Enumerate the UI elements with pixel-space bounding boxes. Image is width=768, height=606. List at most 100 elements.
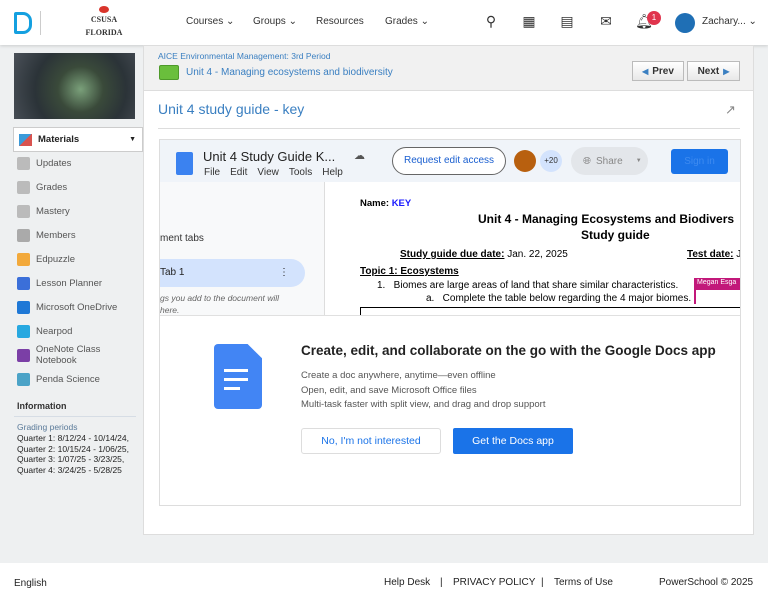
notification-badge: 1 xyxy=(647,11,661,25)
main-panel: AICE Environmental Management: 3rd Perio… xyxy=(143,45,754,535)
divider xyxy=(40,11,41,35)
doc-title[interactable]: Unit 4 Study Guide K... xyxy=(203,149,335,164)
next-label: Next xyxy=(697,65,720,77)
doc-table-border xyxy=(360,307,740,315)
breadcrumb-course-link[interactable]: AICE Environmental Management: 3rd Perio… xyxy=(158,51,330,61)
sidebar-item-lesson-planner[interactable]: Lesson Planner xyxy=(17,273,102,293)
next-button[interactable]: Next ▶ xyxy=(687,61,740,81)
prev-button[interactable]: ◀ Prev xyxy=(632,61,684,81)
sidebar-item-materials[interactable]: Materials ▼ xyxy=(13,127,143,152)
share-button[interactable]: 🌐︎ Share ▼ xyxy=(571,147,648,175)
sidebar-item-nearpod[interactable]: Nearpod xyxy=(17,321,72,341)
quarter: Quarter 1: 8/12/24 - 10/14/24, xyxy=(17,433,129,443)
search-icon[interactable]: ⚲ xyxy=(482,13,500,31)
sidebar-item-label: Penda Science xyxy=(36,373,100,385)
sidebar-item-penda-science[interactable]: Penda Science xyxy=(17,369,100,389)
list-subitem: a. Complete the table below regarding th… xyxy=(426,293,692,304)
collaborator-avatar[interactable] xyxy=(514,150,536,172)
powerschool-logo[interactable] xyxy=(14,12,32,34)
sign-in-button[interactable]: Sign in xyxy=(671,149,728,174)
due-label: Study guide due date: xyxy=(400,249,505,260)
external-link-icon[interactable]: ↗ xyxy=(725,102,736,118)
user-menu[interactable]: Zachary... ⌄ xyxy=(702,16,757,27)
nav-grades[interactable]: Grades ⌄ xyxy=(385,16,429,27)
menu-tools[interactable]: Tools xyxy=(289,167,312,178)
menu-view[interactable]: View xyxy=(257,167,279,178)
docs-toolbar: Unit 4 Study Guide K... ☁ File Edit View… xyxy=(160,140,740,182)
copyright: PowerSchool © 2025 xyxy=(659,577,754,588)
doc-subheading: Study guide xyxy=(581,228,650,242)
grading-label: Grading periods xyxy=(17,422,78,432)
updates-icon xyxy=(17,156,30,170)
divider xyxy=(14,416,136,417)
course-image xyxy=(14,53,135,119)
name-label: Name: xyxy=(360,198,390,209)
edpuzzle-icon xyxy=(17,252,30,266)
separator: | xyxy=(440,577,443,588)
members-icon xyxy=(17,228,30,242)
topic-heading: Topic 1: Ecosystems xyxy=(360,266,459,277)
sidebar-item-updates[interactable]: Updates xyxy=(17,153,71,173)
mail-icon[interactable]: ✉ xyxy=(597,13,615,31)
docs-app-promo: Create, edit, and collaborate on the go … xyxy=(160,315,740,505)
help-desk-link[interactable]: Help Desk xyxy=(384,577,430,588)
nav-label: Groups xyxy=(253,16,286,27)
request-edit-access-button[interactable]: Request edit access xyxy=(392,147,506,175)
share-label: Share xyxy=(596,155,623,167)
collaborator-count[interactable]: +20 xyxy=(540,150,562,172)
sidebar-item-grades[interactable]: Grades xyxy=(17,177,67,197)
terms-of-use-link[interactable]: Terms of Use xyxy=(554,577,613,588)
name-line: Name: KEY xyxy=(360,198,411,209)
sidebar-item-label: Grades xyxy=(36,181,68,193)
quarter: Quarter 2: 10/15/24 - 1/06/25, xyxy=(17,443,129,454)
sidebar-item-edpuzzle[interactable]: Edpuzzle xyxy=(17,249,75,269)
nearpod-icon xyxy=(17,324,30,338)
caret-left-icon: ◀ xyxy=(642,66,649,76)
sidebar-item-label: Members xyxy=(36,229,76,241)
promo-line: Create a doc anywhere, anytime—even offl… xyxy=(301,370,496,381)
onedrive-icon xyxy=(17,300,30,314)
more-options-icon[interactable]: ⋮ xyxy=(279,259,289,287)
doc-page: Name: KEY Unit 4 - Managing Ecosystems a… xyxy=(325,182,740,315)
tab-1[interactable]: Tab 1 ⋮ xyxy=(160,259,305,287)
due-date-line: Study guide due date: Jan. 22, 2025 xyxy=(400,249,568,260)
school-logo[interactable]: CSUSA FLORIDA xyxy=(84,6,124,42)
nav-resources[interactable]: Resources xyxy=(316,16,364,27)
promo-lines: Create a doc anywhere, anytime—even offl… xyxy=(301,369,545,413)
page-title: Unit 4 study guide - key xyxy=(158,101,305,117)
sidebar-item-microsoft-onedrive[interactable]: Microsoft OneDrive xyxy=(17,297,117,317)
materials-icon xyxy=(19,133,32,146)
sidebar-item-onenote-class-notebook[interactable]: OneNote Class Notebook xyxy=(17,344,143,366)
quarter-list: Quarter 1: 8/12/24 - 10/14/24, Quarter 2… xyxy=(17,433,129,475)
chevron-down-icon: ▼ xyxy=(129,136,136,143)
apps-icon[interactable]: ▦ xyxy=(520,13,538,31)
lesson-planner-icon xyxy=(17,276,30,290)
sidebar-item-mastery[interactable]: Mastery xyxy=(17,201,70,221)
avatar[interactable] xyxy=(675,13,695,33)
due-value: Jan. 22, 2025 xyxy=(507,249,568,260)
quarter: Quarter 4: 3/24/25 - 5/28/25 xyxy=(17,464,122,475)
menu-help[interactable]: Help xyxy=(322,167,343,178)
privacy-policy-link[interactable]: PRIVACY POLICY xyxy=(453,577,535,588)
menu-file[interactable]: File xyxy=(204,167,220,178)
prev-label: Prev xyxy=(652,65,674,77)
cloud-status-icon: ☁ xyxy=(354,150,365,162)
breadcrumb-folder-link[interactable]: Unit 4 - Managing ecosystems and biodive… xyxy=(186,67,393,78)
get-docs-app-button[interactable]: Get the Docs app xyxy=(453,428,573,454)
caret-right-icon: ▶ xyxy=(723,66,730,76)
menu-edit[interactable]: Edit xyxy=(230,167,247,178)
onenote-icon xyxy=(17,348,30,362)
language-selector[interactable]: English xyxy=(14,578,47,589)
not-interested-button[interactable]: No, I'm not interested xyxy=(301,428,441,454)
sidebar-item-label: Updates xyxy=(36,157,72,169)
comment-cursor-label: Megan Esga xyxy=(694,278,740,290)
docs-logo-icon[interactable] xyxy=(176,152,193,175)
nav-courses[interactable]: Courses ⌄ xyxy=(186,16,234,27)
calendar-icon[interactable]: ▤ xyxy=(558,13,576,31)
nav-groups[interactable]: Groups ⌄ xyxy=(253,16,297,27)
google-docs-embed: Unit 4 Study Guide K... ☁ File Edit View… xyxy=(159,139,741,506)
test-label: Test date: xyxy=(687,249,734,260)
sidebar: Materials ▼ Updates Grades Mastery Members E… xyxy=(0,45,143,563)
sidebar-item-members[interactable]: Members xyxy=(17,225,76,245)
sidebar-item-label: Edpuzzle xyxy=(36,253,76,265)
